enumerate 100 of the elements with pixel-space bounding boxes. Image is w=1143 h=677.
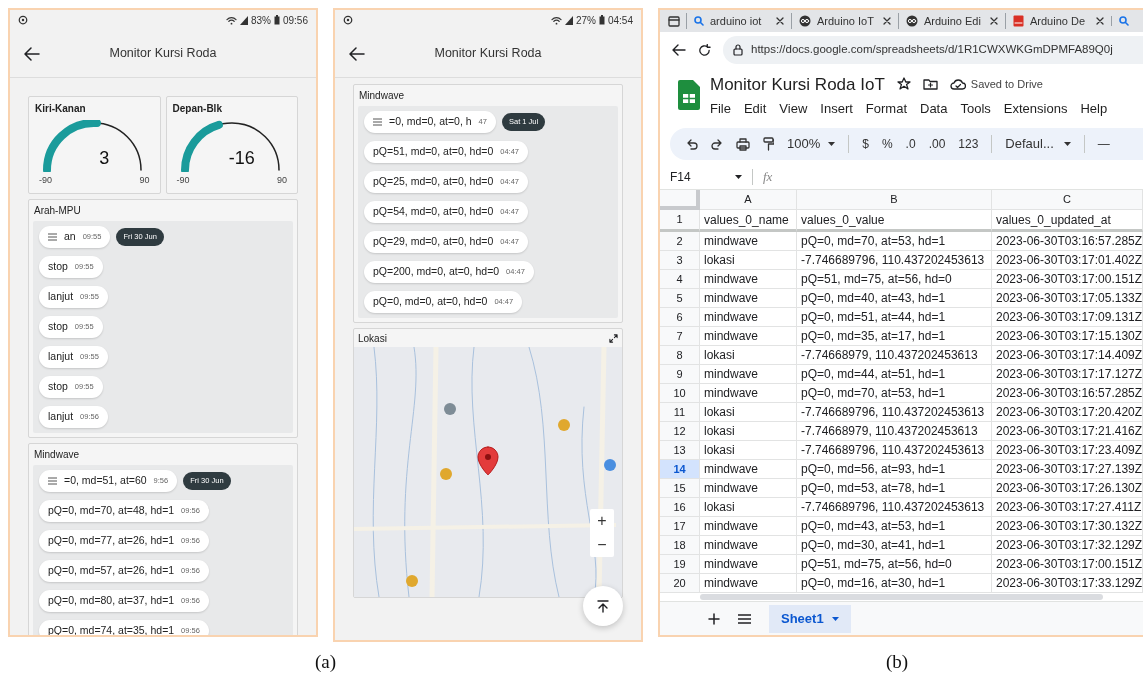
row-header[interactable]: 5 xyxy=(660,289,700,308)
name-box[interactable]: F14 xyxy=(660,167,752,186)
column-header[interactable]: A xyxy=(700,190,797,210)
message-text: pQ=0, md=0, at=0, hd=0 xyxy=(373,294,488,310)
figure-caption: (b) xyxy=(885,650,909,674)
format-button[interactable]: 123 xyxy=(958,135,979,153)
menu-item[interactable]: Data xyxy=(920,99,948,119)
menu-icon[interactable] xyxy=(738,613,751,624)
format-button[interactable]: .00 xyxy=(928,135,946,153)
table-cell: 2023-06-30T03:17:27.411Z xyxy=(992,498,1143,517)
message-text: stop xyxy=(48,379,68,395)
pdf-file-icon xyxy=(1013,15,1024,27)
search-icon xyxy=(694,16,704,26)
signal-icon xyxy=(564,15,573,25)
notification-icon xyxy=(18,15,28,25)
font-dropdown[interactable]: Defaul... xyxy=(1005,134,1071,154)
battery-level: 27% xyxy=(575,13,596,28)
browser-tab[interactable]: Arduino Edi xyxy=(898,12,1005,30)
row-header[interactable]: 17 xyxy=(660,517,700,536)
table-cell: mindwave xyxy=(700,270,797,289)
format-button[interactable]: % xyxy=(881,135,893,153)
row-header[interactable]: 14 xyxy=(660,460,700,479)
caret-icon xyxy=(828,142,836,146)
close-icon[interactable] xyxy=(776,17,784,25)
row-header[interactable]: 3 xyxy=(660,251,700,270)
scroll-top-button[interactable] xyxy=(583,586,623,626)
sheet-tab[interactable]: Sheet1 xyxy=(769,604,851,633)
expand-icon[interactable] xyxy=(609,333,618,343)
close-icon[interactable] xyxy=(990,17,998,25)
menu-item[interactable]: Edit xyxy=(743,99,767,119)
menu-item[interactable]: View xyxy=(779,99,808,119)
table-cell: -7.746689796, 110.437202453613 xyxy=(797,403,992,422)
row-header[interactable]: 13 xyxy=(660,441,700,460)
browser-tab[interactable]: arduino iot xyxy=(686,12,791,30)
zoom-in-button[interactable]: + xyxy=(590,509,614,533)
row-header[interactable]: 12 xyxy=(660,422,700,441)
caret-icon xyxy=(735,174,742,179)
message-text: pQ=51, md=0, at=0, hd=0 xyxy=(373,144,494,160)
row-header[interactable]: 19 xyxy=(660,555,700,574)
row-header[interactable]: 2 xyxy=(660,232,700,251)
close-icon[interactable] xyxy=(883,17,891,25)
undo-icon[interactable] xyxy=(686,138,698,150)
table-cell: pQ=0, md=70, at=53, hd=1 xyxy=(797,384,992,403)
figure-caption: (a) xyxy=(314,650,337,674)
row-header[interactable]: 8 xyxy=(660,346,700,365)
add-icon[interactable] xyxy=(708,612,720,625)
table-cell: lokasi xyxy=(700,422,797,441)
card-title: Arah-MPU xyxy=(33,204,82,218)
row-header[interactable]: 20 xyxy=(660,574,700,593)
address-bar[interactable]: https://docs.google.com/spreadsheets/d/1R1CWXWKGmDPMFA89Q0j xyxy=(723,36,1143,64)
message-text: pQ=0, md=57, at=26, hd=1 xyxy=(48,563,175,579)
table-cell: pQ=0, md=40, at=43, hd=1 xyxy=(797,289,992,308)
wifi-icon xyxy=(550,15,562,25)
row-header[interactable]: 18 xyxy=(660,536,700,555)
scrollbar[interactable] xyxy=(700,594,1103,600)
column-header[interactable]: C xyxy=(992,190,1143,210)
row-header[interactable]: 10 xyxy=(660,384,700,403)
table-cell: mindwave xyxy=(700,536,797,555)
row-header[interactable]: 11 xyxy=(660,403,700,422)
column-header[interactable]: B xyxy=(797,190,992,210)
tab-title: Arduino De xyxy=(1030,13,1087,29)
table-cell: lokasi xyxy=(700,346,797,365)
paint-roller-icon[interactable] xyxy=(763,137,774,151)
reload-icon[interactable] xyxy=(698,43,711,57)
zoom-dropdown[interactable]: 100% xyxy=(787,134,836,154)
redo-icon[interactable] xyxy=(711,138,723,150)
table-cell: pQ=0, md=53, at=78, hd=1 xyxy=(797,479,992,498)
row-header[interactable]: 15 xyxy=(660,479,700,498)
row-header[interactable]: 16 xyxy=(660,498,700,517)
window-icon[interactable] xyxy=(668,15,680,27)
print-icon[interactable] xyxy=(736,137,750,151)
format-button[interactable]: .0 xyxy=(905,135,916,153)
message-text: =0, md=51, at=60 xyxy=(64,473,147,489)
menu-item[interactable]: Format xyxy=(865,99,907,119)
table-cell: 2023-06-30T03:17:30.132Z xyxy=(992,517,1143,536)
menu-item[interactable]: Help xyxy=(1080,99,1108,119)
star-icon[interactable] xyxy=(896,77,911,92)
menu-item[interactable]: Extensions xyxy=(1003,99,1068,119)
back-arrow-icon[interactable] xyxy=(24,46,40,61)
font-size-decrease-button[interactable]: — xyxy=(1097,135,1110,153)
row-header[interactable]: 4 xyxy=(660,270,700,289)
document-title: Monitor Kursi Roda IoT xyxy=(710,73,885,96)
browser-tab[interactable]: Arduino IoT xyxy=(791,12,898,30)
zoom-out-button[interactable]: − xyxy=(590,533,614,557)
row-header[interactable]: 9 xyxy=(660,365,700,384)
row-header[interactable]: 7 xyxy=(660,327,700,346)
row-header[interactable]: 1 xyxy=(660,210,700,232)
menu-item[interactable]: File xyxy=(710,99,731,119)
table-cell: 2023-06-30T03:17:09.131Z xyxy=(992,308,1143,327)
message-text: =0, md=0, at=0, h xyxy=(389,114,472,130)
format-button[interactable]: $ xyxy=(862,135,869,153)
back-arrow-icon[interactable] xyxy=(349,46,365,61)
menu-item[interactable]: Tools xyxy=(960,99,991,119)
back-arrow-icon[interactable] xyxy=(672,44,686,56)
row-header[interactable]: 6 xyxy=(660,308,700,327)
gauge-title: Depan-Blk xyxy=(172,102,222,116)
close-icon[interactable] xyxy=(1096,17,1104,25)
browser-tab[interactable]: Arduino De xyxy=(1005,12,1111,30)
menu-item[interactable]: Insert xyxy=(820,99,853,119)
folder-icon[interactable] xyxy=(922,78,938,91)
